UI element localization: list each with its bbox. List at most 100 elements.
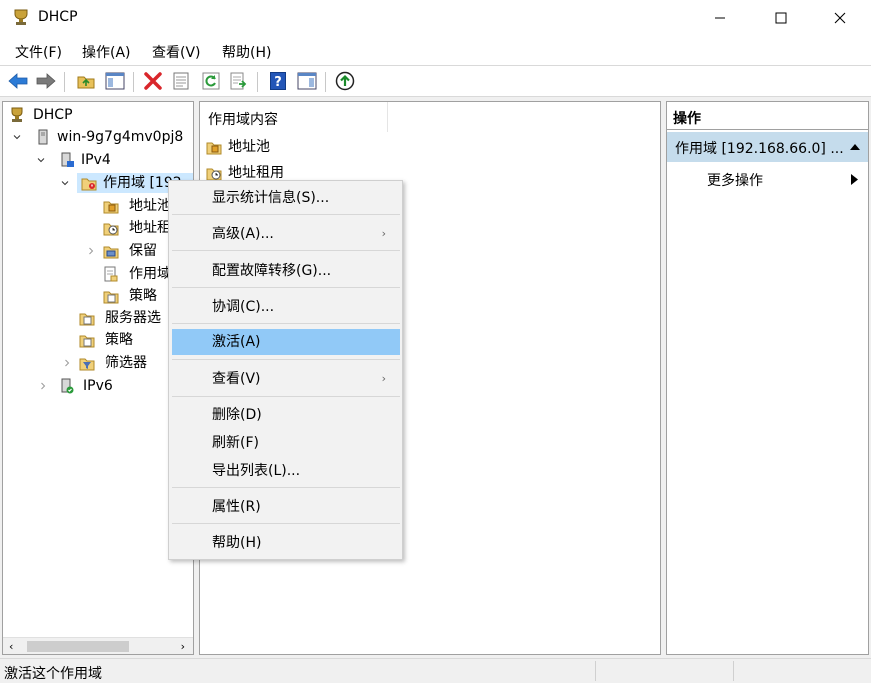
expand-chevron-icon[interactable] [35, 150, 47, 170]
more-actions-item[interactable]: 更多操作 [667, 166, 868, 192]
up-folder-icon [77, 76, 95, 89]
menu-view[interactable]: 查看(V) [152, 42, 201, 62]
column-header[interactable]: 作用域内容 [200, 102, 388, 132]
tree-node-ipv6[interactable]: IPv6 [37, 376, 187, 396]
ipv6-server-icon [61, 378, 74, 394]
maximize-button[interactable] [758, 0, 804, 36]
properties-button[interactable] [170, 70, 192, 92]
reservations-icon [103, 246, 119, 259]
console-tree-pane: DHCP win-9g7g4mv0pj8 IPv4 作用域 [192 地址池 地… [2, 101, 194, 655]
expand-chevron-icon[interactable] [85, 241, 97, 261]
svg-text:?: ? [274, 75, 282, 90]
tree-label: 作用域 [129, 266, 171, 282]
refresh-button[interactable] [200, 70, 222, 92]
toolbar: ? [0, 65, 871, 97]
toolbar-separator [133, 72, 134, 92]
menu-item-advanced[interactable]: 高级(A)... › [172, 221, 400, 247]
menu-item-configure-failover[interactable]: 配置故障转移(G)... [172, 258, 400, 284]
toolbar-separator [325, 72, 326, 92]
tree-node-server[interactable]: win-9g7g4mv0pj8 [11, 127, 191, 147]
expand-chevron-icon[interactable] [59, 173, 71, 193]
menu-item-refresh[interactable]: 刷新(F) [172, 430, 400, 456]
tree-horizontal-scrollbar[interactable]: ‹ › [3, 637, 193, 654]
expand-chevron-icon[interactable] [11, 127, 23, 147]
properties-icon [173, 72, 189, 90]
help-button[interactable]: ? [267, 70, 289, 92]
actions-scope-section[interactable]: 作用域 [192.168.66.0] ... [667, 132, 868, 162]
policies-icon [103, 291, 119, 304]
menu-separator [172, 250, 400, 251]
menu-separator [172, 359, 400, 360]
menu-separator [172, 487, 400, 488]
actions-header: 操作 [667, 102, 868, 130]
scroll-right-icon[interactable]: › [181, 638, 185, 654]
menu-item-label: 高级(A)... [212, 226, 274, 242]
export-list-button[interactable] [228, 70, 250, 92]
close-button[interactable] [817, 0, 863, 36]
tree-label: 服务器选 [105, 310, 161, 326]
tree-label: win-9g7g4mv0pj8 [57, 129, 184, 145]
close-icon [834, 12, 846, 24]
menu-separator [172, 287, 400, 288]
scroll-left-icon[interactable]: ‹ [9, 638, 13, 654]
menu-file[interactable]: 文件(F) [15, 42, 62, 62]
menu-action[interactable]: 操作(A) [82, 42, 131, 62]
minimize-button[interactable] [697, 0, 743, 36]
policies-icon [79, 335, 95, 348]
menu-bar: 文件(F) 操作(A) 查看(V) 帮助(H) [0, 36, 871, 65]
forward-button[interactable] [35, 70, 57, 92]
show-hide-action-pane-icon [297, 72, 317, 90]
tree-label: 地址池 [129, 198, 171, 214]
content-item-address-pool[interactable]: 地址池 [206, 137, 386, 157]
menu-item-activate[interactable]: 激活(A) [172, 329, 400, 355]
menu-separator [172, 323, 400, 324]
content-item-label: 地址池 [228, 139, 270, 155]
up-level-button[interactable] [75, 70, 97, 92]
tree-label: IPv6 [83, 378, 113, 394]
show-hide-tree-button[interactable] [104, 70, 126, 92]
tree-label: 策略 [105, 332, 133, 348]
tree-label: 筛选器 [105, 355, 147, 371]
tree-node-ipv4[interactable]: IPv4 [35, 150, 185, 170]
tree-label: IPv4 [81, 152, 111, 168]
menu-separator [172, 523, 400, 524]
actions-header-label: 操作 [673, 111, 701, 127]
submenu-chevron-icon: › [381, 227, 386, 240]
menu-help[interactable]: 帮助(H) [222, 42, 271, 62]
address-pool-icon [206, 142, 222, 155]
delete-button[interactable] [142, 70, 164, 92]
status-text: 激活这个作用域 [4, 666, 102, 682]
scrollbar-thumb[interactable] [27, 641, 129, 652]
ipv4-server-icon [61, 152, 74, 167]
actions-pane: 操作 作用域 [192.168.66.0] ... 更多操作 [666, 101, 869, 655]
delete-icon [144, 72, 162, 90]
submenu-arrow-icon [851, 174, 858, 185]
status-divider [733, 661, 734, 681]
scope-folder-icon [81, 178, 97, 191]
menu-item-export-list[interactable]: 导出列表(L)... [172, 458, 400, 484]
menu-item-delete[interactable]: 删除(D) [172, 402, 400, 428]
activate-button[interactable] [334, 70, 356, 92]
tree-node-dhcp[interactable]: DHCP [7, 105, 187, 125]
toolbar-separator [257, 72, 258, 92]
submenu-chevron-icon: › [381, 372, 386, 385]
server-options-icon [79, 313, 95, 326]
show-hide-action-pane-button[interactable] [296, 70, 318, 92]
status-bar: 激活这个作用域 [0, 658, 871, 682]
tree-label: 策略 [129, 288, 157, 304]
expand-chevron-icon[interactable] [61, 353, 73, 373]
menu-item-show-statistics[interactable]: 显示统计信息(S)... [172, 185, 400, 211]
expand-chevron-icon[interactable] [37, 376, 49, 396]
menu-item-properties[interactable]: 属性(R) [172, 494, 400, 520]
menu-separator [172, 214, 400, 215]
server-icon [38, 129, 48, 145]
menu-item-view[interactable]: 查看(V) › [172, 366, 400, 392]
dhcp-app-icon [14, 9, 28, 25]
back-button[interactable] [7, 70, 29, 92]
menu-item-reconcile[interactable]: 协调(C)... [172, 294, 400, 320]
collapse-triangle-icon[interactable] [850, 143, 860, 151]
tree-label: 保留 [129, 243, 157, 259]
menu-item-help[interactable]: 帮助(H) [172, 530, 400, 556]
help-icon: ? [270, 72, 286, 90]
tree-label: 地址租 [129, 220, 171, 236]
